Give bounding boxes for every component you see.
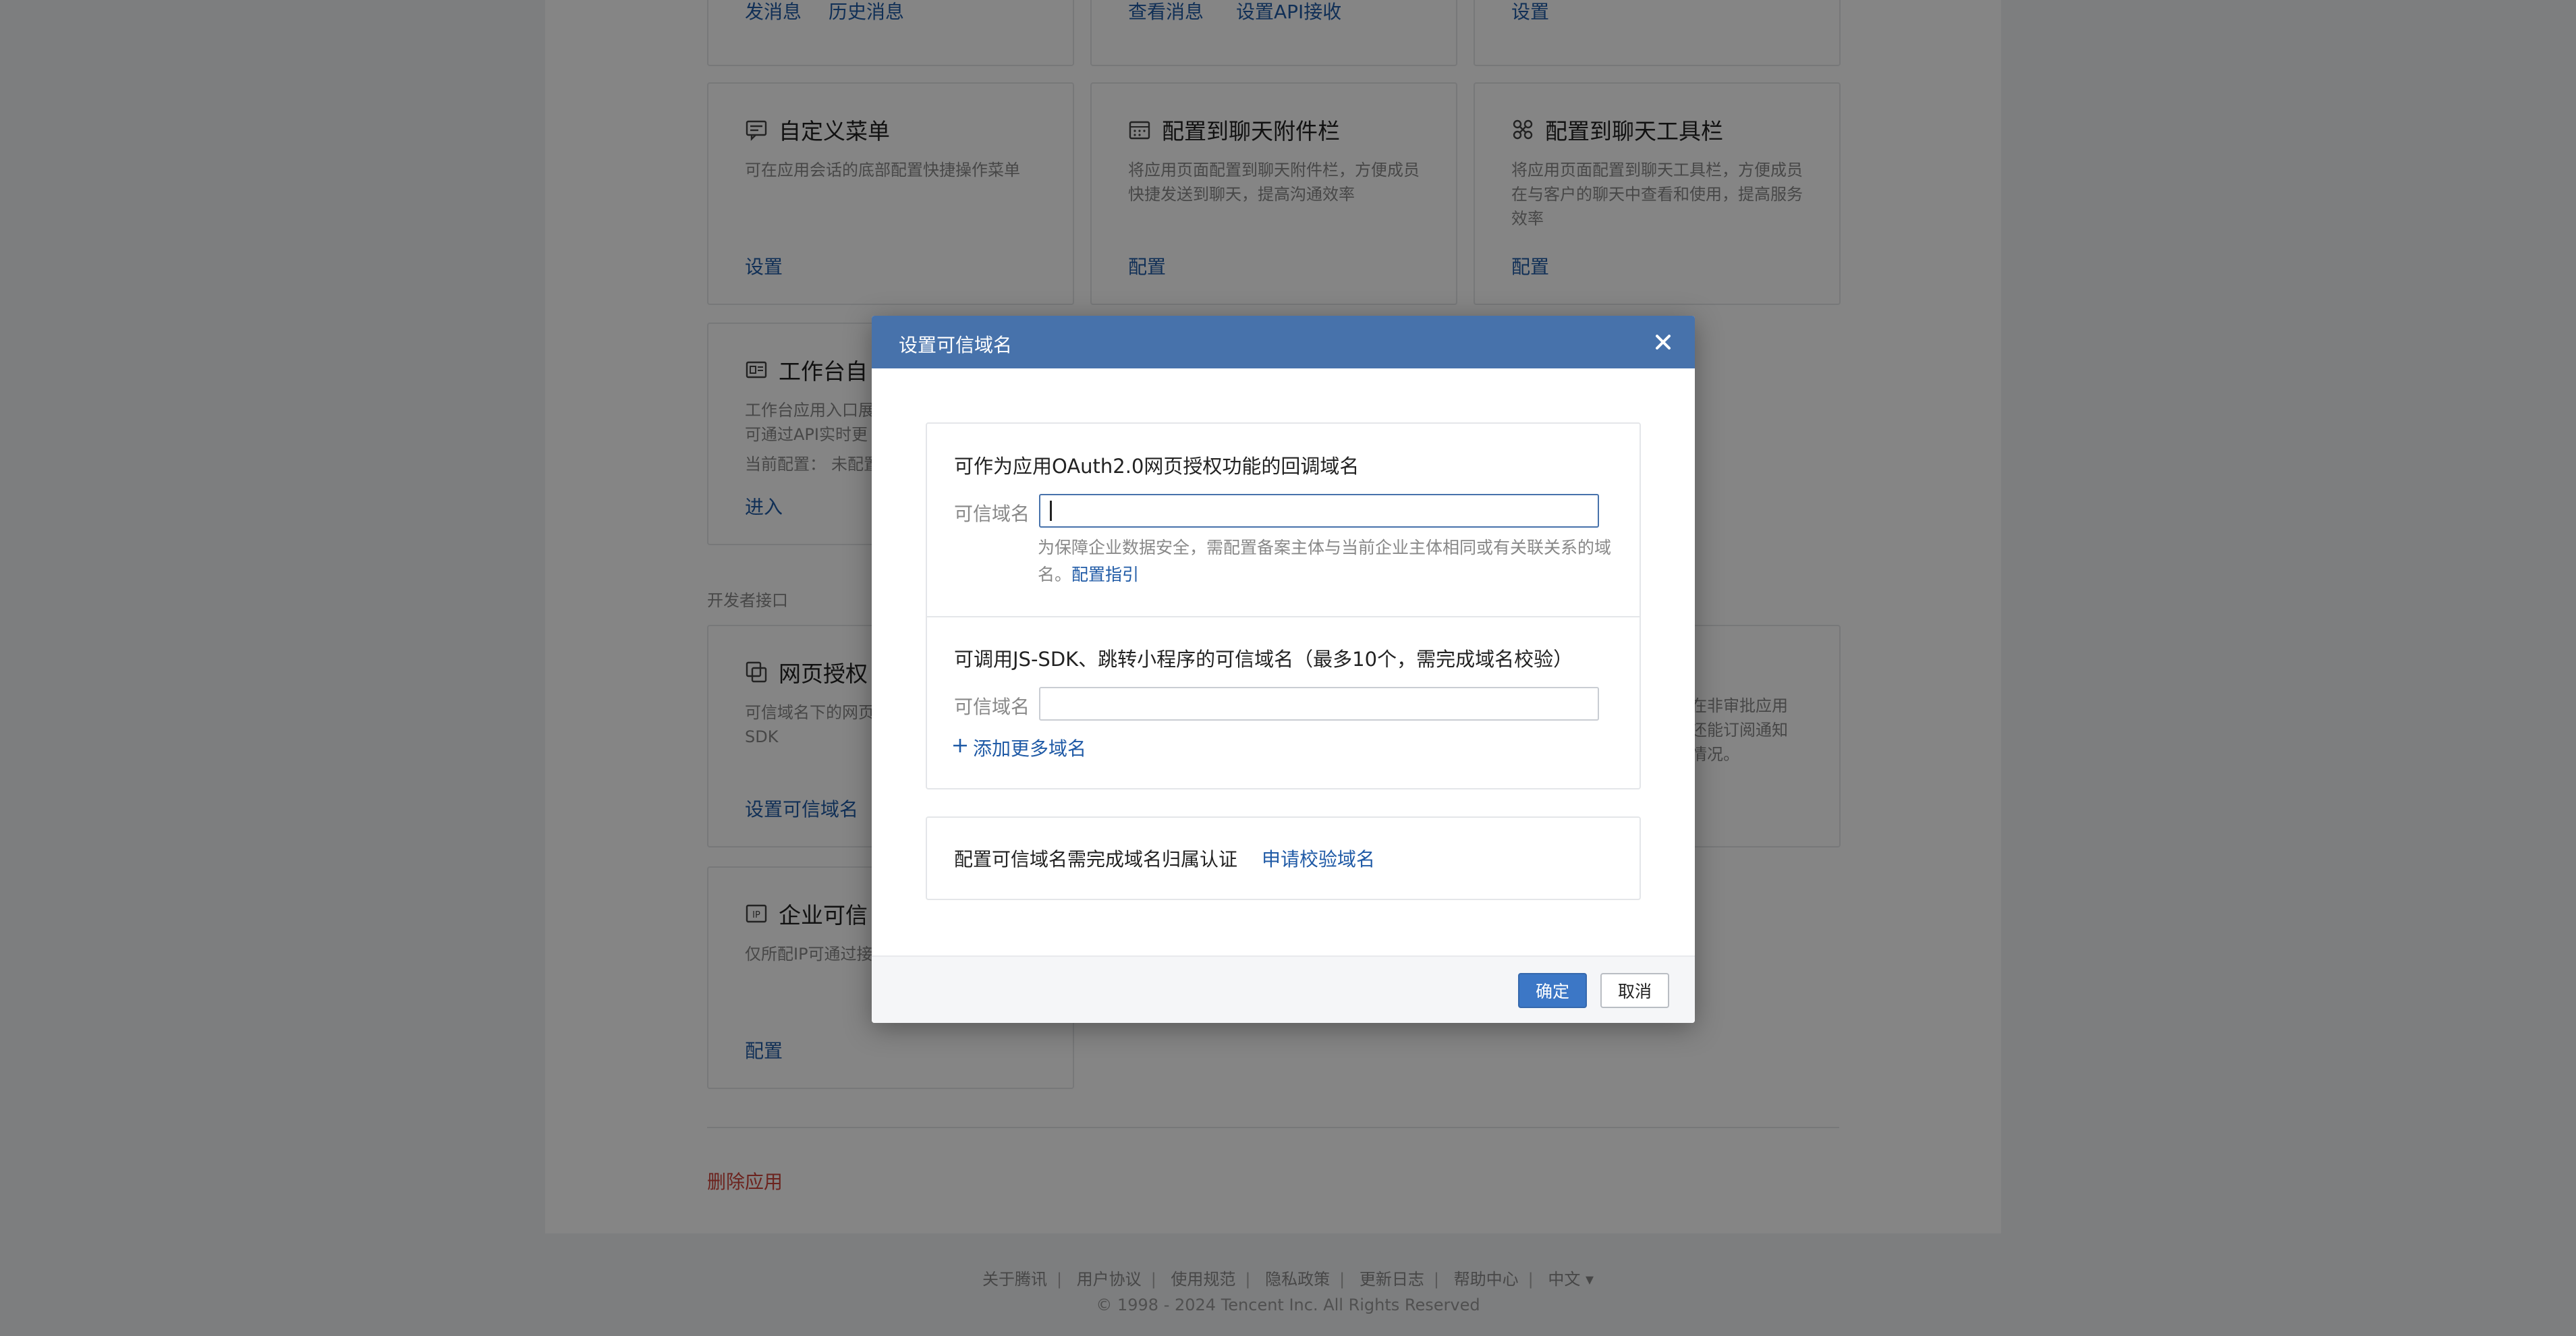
section-divider — [927, 616, 1640, 617]
close-icon[interactable] — [1650, 329, 1676, 355]
add-more-domain-label: 添加更多域名 — [973, 737, 1087, 760]
oauth-domain-hint: 为保障企业数据安全，需配置备案主体与当前企业主体相同或有关联关系的域名。配置指引 — [1038, 534, 1618, 588]
domain-verify-text: 配置可信域名需完成域名归属认证 — [954, 848, 1238, 870]
add-more-domain-button[interactable]: 添加更多域名 — [951, 734, 1086, 761]
dialog-title: 设置可信域名 — [899, 334, 1013, 356]
oauth-domain-label: 可信域名 — [954, 503, 1030, 525]
apply-verify-domain-link[interactable]: 申请校验域名 — [1262, 845, 1375, 872]
dialog-footer: 确定 取消 — [872, 955, 1695, 1023]
jssdk-domain-section-title: 可调用JS-SDK、跳转小程序的可信域名（最多10个，需完成域名校验） — [954, 648, 1573, 671]
text-caret — [1050, 501, 1052, 521]
jssdk-domain-input[interactable] — [1039, 687, 1599, 721]
oauth-domain-section-title: 可作为应用OAuth2.0网页授权功能的回调域名 — [954, 455, 1360, 478]
jssdk-domain-label: 可信域名 — [954, 696, 1030, 718]
dialog-header: 设置可信域名 — [872, 316, 1695, 368]
cancel-button[interactable]: 取消 — [1600, 973, 1669, 1008]
oauth-domain-input[interactable] — [1039, 494, 1599, 528]
trusted-domain-dialog: 设置可信域名 可作为应用OAuth2.0网页授权功能的回调域名 可信域名 为保障… — [872, 316, 1695, 1023]
config-guide-link[interactable]: 配置指引 — [1071, 565, 1139, 584]
plus-icon — [951, 737, 969, 759]
confirm-button[interactable]: 确定 — [1518, 973, 1587, 1008]
